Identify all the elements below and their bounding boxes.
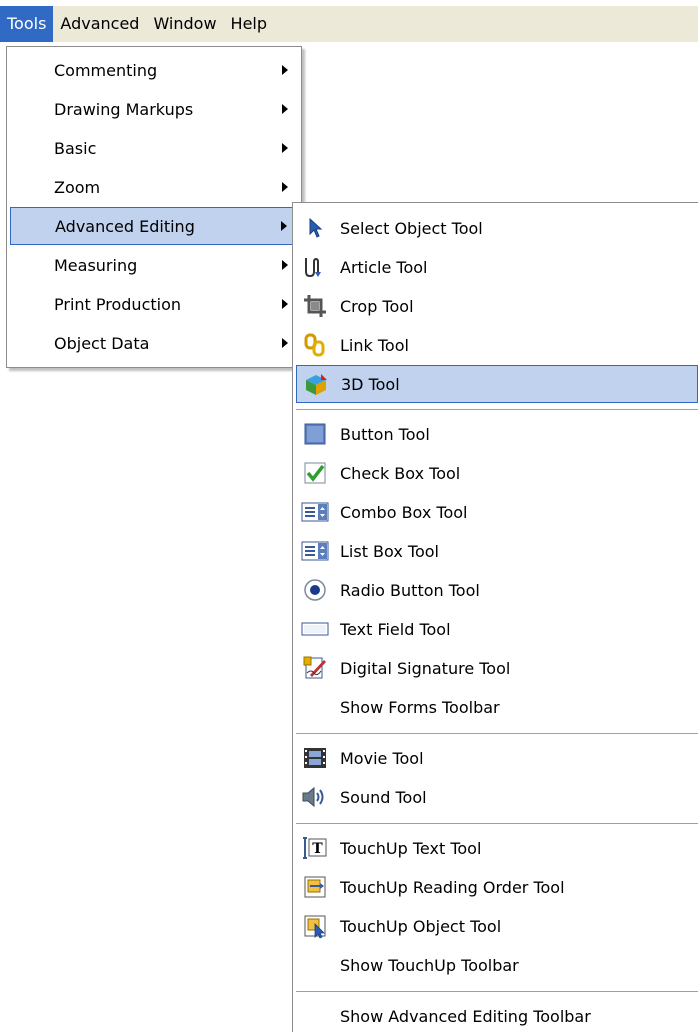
menu-item-basic[interactable]: Basic	[10, 129, 298, 167]
menu-advanced[interactable]: Advanced	[53, 6, 146, 42]
menu-item-digital-signature-tool[interactable]: Digital Signature Tool	[296, 649, 698, 687]
menu-item-label: Digital Signature Tool	[340, 658, 511, 678]
menu-window[interactable]: Window	[146, 6, 223, 42]
menu-item-label: Show Advanced Editing Toolbar	[340, 1006, 591, 1026]
menu-item-select-object-tool[interactable]: Select Object Tool	[296, 209, 698, 247]
checkbox-icon	[301, 459, 329, 487]
menu-item-label: Sound Tool	[340, 787, 427, 807]
touchup-object-icon	[301, 912, 329, 940]
menu-item-drawing-markups[interactable]: Drawing Markups	[10, 90, 298, 128]
menu-bar: Tools Advanced Window Help	[0, 6, 698, 42]
menu-item-label: Commenting	[54, 60, 158, 80]
menu-item-label: Print Production	[54, 294, 182, 314]
menu-item-label: Advanced Editing	[55, 216, 195, 236]
submenu-arrow-icon	[282, 65, 288, 75]
menu-item-label: Zoom	[54, 177, 101, 197]
menu-item-touchup-reading-order-tool[interactable]: TouchUp Reading Order Tool	[296, 868, 698, 906]
menu-item-radio-button-tool[interactable]: Radio Button Tool	[296, 571, 698, 609]
submenu-arrow-icon	[282, 104, 288, 114]
menu-item-combo-box-tool[interactable]: Combo Box Tool	[296, 493, 698, 531]
digital-signature-icon	[301, 654, 329, 682]
menu-separator	[296, 409, 698, 411]
menu-item-movie-tool[interactable]: Movie Tool	[296, 739, 698, 777]
menu-item-show-forms-toolbar[interactable]: Show Forms Toolbar	[296, 688, 698, 726]
menu-item-label: TouchUp Reading Order Tool	[340, 877, 565, 897]
menu-item-article-tool[interactable]: Article Tool	[296, 248, 698, 286]
menu-item-label: TouchUp Object Tool	[340, 916, 502, 936]
submenu-arrow-icon	[282, 260, 288, 270]
menu-item-object-data[interactable]: Object Data	[10, 324, 298, 362]
menu-separator	[296, 733, 698, 735]
movie-icon	[301, 744, 329, 772]
menu-item-measuring[interactable]: Measuring	[10, 246, 298, 284]
menu-separator	[296, 991, 698, 993]
menu-separator	[296, 823, 698, 825]
advanced-editing-submenu: Select Object Tool Article Tool Crop Too…	[292, 202, 698, 1032]
menu-item-label: Crop Tool	[340, 296, 414, 316]
menu-item-label: Text Field Tool	[340, 619, 451, 639]
menu-item-label: Basic	[54, 138, 97, 158]
menu-item-check-box-tool[interactable]: Check Box Tool	[296, 454, 698, 492]
menu-item-sound-tool[interactable]: Sound Tool	[296, 778, 698, 816]
menu-item-zoom[interactable]: Zoom	[10, 168, 298, 206]
tools-menu: Commenting Drawing Markups Basic Zoom Ad…	[6, 46, 302, 368]
menu-item-label: Show Forms Toolbar	[340, 697, 500, 717]
menu-item-label: TouchUp Text Tool	[340, 838, 482, 858]
article-icon	[301, 253, 329, 281]
menu-item-3d-tool[interactable]: 3D Tool	[296, 365, 698, 403]
menu-tools[interactable]: Tools	[0, 6, 54, 42]
menu-item-label: Drawing Markups	[54, 99, 194, 119]
touchup-reading-order-icon	[301, 873, 329, 901]
menu-item-commenting[interactable]: Commenting	[10, 51, 298, 89]
menu-item-text-field-tool[interactable]: Text Field Tool	[296, 610, 698, 648]
submenu-arrow-icon	[282, 338, 288, 348]
radio-button-icon	[301, 576, 329, 604]
list-box-icon	[301, 537, 329, 565]
menu-item-label: Select Object Tool	[340, 218, 483, 238]
menu-item-label: List Box Tool	[340, 541, 439, 561]
submenu-arrow-icon	[282, 182, 288, 192]
menu-item-link-tool[interactable]: Link Tool	[296, 326, 698, 364]
menu-item-list-box-tool[interactable]: List Box Tool	[296, 532, 698, 570]
menu-item-label: Article Tool	[340, 257, 428, 277]
submenu-arrow-icon	[281, 221, 287, 231]
menu-item-label: Radio Button Tool	[340, 580, 480, 600]
crop-icon	[301, 292, 329, 320]
menu-item-show-touchup-toolbar[interactable]: Show TouchUp Toolbar	[296, 946, 698, 984]
menu-item-show-advanced-editing-toolbar[interactable]: Show Advanced Editing Toolbar	[296, 997, 698, 1032]
menu-item-crop-tool[interactable]: Crop Tool	[296, 287, 698, 325]
3d-icon	[302, 371, 330, 399]
menu-item-label: Link Tool	[340, 335, 409, 355]
sound-icon	[301, 783, 329, 811]
menu-item-label: Show TouchUp Toolbar	[340, 955, 519, 975]
combo-box-icon	[301, 498, 329, 526]
button-icon	[301, 420, 329, 448]
text-field-icon	[301, 615, 329, 643]
menu-item-label: Combo Box Tool	[340, 502, 468, 522]
menu-item-touchup-text-tool[interactable]: T TouchUp Text Tool	[296, 829, 698, 867]
svg-text:T: T	[312, 841, 323, 857]
menu-item-label: Movie Tool	[340, 748, 424, 768]
menu-item-print-production[interactable]: Print Production	[10, 285, 298, 323]
menu-item-label: 3D Tool	[341, 374, 400, 394]
menu-item-advanced-editing[interactable]: Advanced Editing	[10, 207, 298, 245]
menu-help[interactable]: Help	[224, 6, 274, 42]
menu-item-label: Measuring	[54, 255, 138, 275]
menu-item-touchup-object-tool[interactable]: TouchUp Object Tool	[296, 907, 698, 945]
submenu-arrow-icon	[282, 299, 288, 309]
touchup-text-icon: T	[301, 834, 329, 862]
menu-item-label: Check Box Tool	[340, 463, 461, 483]
link-icon	[301, 331, 329, 359]
select-object-arrow-icon	[301, 214, 329, 242]
menu-item-label: Object Data	[54, 333, 150, 353]
menu-item-button-tool[interactable]: Button Tool	[296, 415, 698, 453]
menu-item-label: Button Tool	[340, 424, 430, 444]
submenu-arrow-icon	[282, 143, 288, 153]
